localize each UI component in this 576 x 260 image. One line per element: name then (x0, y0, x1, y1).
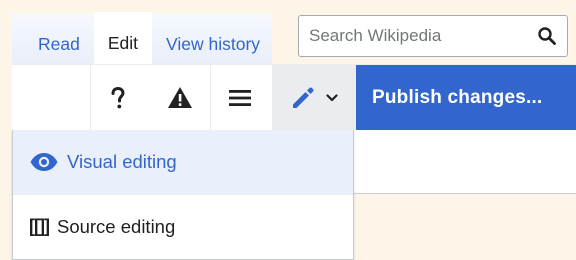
search-icon[interactable] (537, 26, 557, 46)
page-tabs: Read Edit View history (12, 0, 273, 64)
chevron-down-icon (326, 94, 338, 102)
menu-item-visual-editing[interactable]: Visual editing (13, 130, 353, 194)
warning-icon (168, 87, 192, 108)
eye-icon (29, 152, 59, 172)
pencil-icon (293, 87, 314, 108)
page-options-button[interactable] (216, 65, 264, 131)
search-placeholder[interactable]: Search Wikipedia (309, 26, 537, 46)
publish-changes-button[interactable]: Publish changes... (356, 65, 576, 131)
search-input[interactable]: Search Wikipedia (298, 15, 568, 57)
menu-icon (229, 90, 251, 106)
tab-read[interactable]: Read (12, 14, 94, 64)
tab-view-history[interactable]: View history (152, 14, 273, 64)
toolbar-divider (210, 65, 211, 131)
menu-item-label: Source editing (56, 215, 176, 237)
notices-button[interactable] (158, 65, 202, 131)
brackets-icon: [[]] (29, 216, 50, 236)
menu-item-source-editing[interactable]: [[]] Source editing (13, 194, 353, 258)
toolbar-divider (90, 65, 91, 131)
help-icon (111, 86, 125, 109)
help-button[interactable] (96, 65, 140, 131)
edit-mode-button[interactable] (272, 65, 356, 131)
menu-item-label: Visual editing (67, 151, 177, 172)
tab-edit[interactable]: Edit (93, 12, 152, 64)
editor-toolbar: Publish changes... (12, 64, 576, 131)
edit-mode-menu: Visual editing [[]] Source editing (12, 130, 354, 260)
